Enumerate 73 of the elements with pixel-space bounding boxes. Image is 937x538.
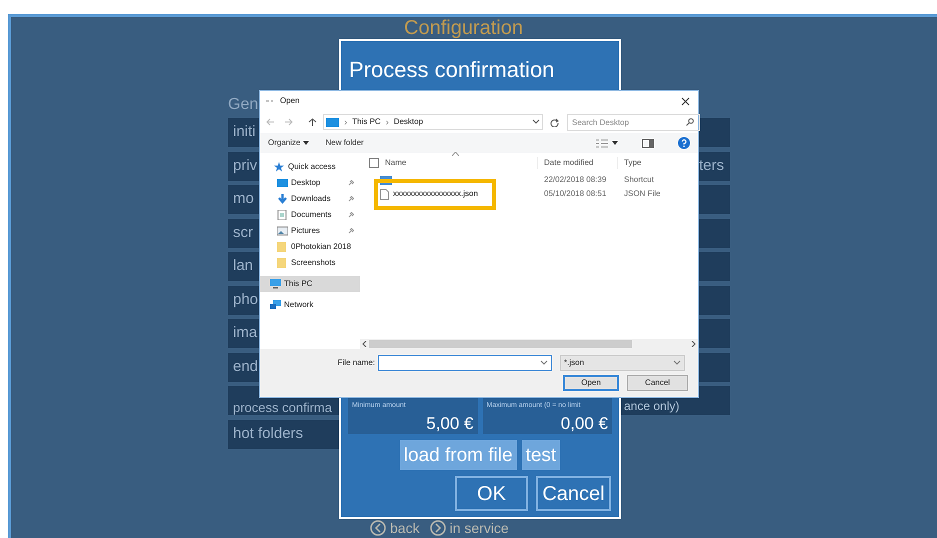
folder-icon <box>277 242 288 252</box>
monitor-icon <box>326 118 340 126</box>
search-icon <box>686 118 694 126</box>
star-icon <box>274 162 285 172</box>
field-value: 5,00 € <box>425 415 474 432</box>
field-value: 0,00 € <box>560 415 608 432</box>
pc-icon <box>270 279 281 289</box>
pane-icon <box>642 138 654 148</box>
nav-item[interactable]: 0Photokian 2018 <box>260 239 360 255</box>
app-icon <box>266 99 276 103</box>
column-header[interactable]: Name <box>385 157 537 169</box>
document-icon <box>277 210 288 220</box>
page-title: Configuration <box>404 18 523 38</box>
date-cell-text: 22/02/2018 08:39 <box>543 174 608 186</box>
open-button[interactable]: Open <box>563 375 619 391</box>
file-type-dropdown[interactable]: *.json <box>560 355 685 371</box>
dropdown-caret-icon <box>612 141 618 145</box>
nav-item[interactable]: Screenshots <box>260 255 360 271</box>
nav-item[interactable]: Downloads <box>260 191 360 207</box>
date-cell-text: 05/10/2018 08:51 <box>543 188 608 200</box>
refresh-icon <box>550 118 559 126</box>
search-field[interactable]: Search Desktop <box>567 114 700 130</box>
scroll-left-icon <box>362 341 367 347</box>
sort-caret-icon <box>452 152 459 156</box>
dropdown-caret-icon <box>673 360 681 366</box>
cancel-button[interactable]: Cancel <box>627 375 688 391</box>
column-header[interactable]: Date modified <box>537 157 617 169</box>
breadcrumb-separator: › <box>344 118 348 126</box>
up-arrow-icon <box>308 118 317 126</box>
nav-item[interactable]: This PC <box>260 276 360 292</box>
file-name-field[interactable] <box>378 355 552 371</box>
network-icon <box>270 300 281 310</box>
nav-item[interactable]: Pictures <box>260 223 360 239</box>
play-icon <box>430 520 446 536</box>
download-icon <box>277 194 288 204</box>
desktop-icon <box>277 178 288 188</box>
breadcrumb-link[interactable]: This PC <box>352 116 381 128</box>
nav-item[interactable]: Quick access <box>260 159 360 175</box>
section-heading: Gen <box>228 97 258 113</box>
address-bar[interactable]: › This PC › Desktop <box>323 114 544 130</box>
nav-item[interactable]: Desktop <box>260 175 360 191</box>
field-label: File name: <box>336 357 376 369</box>
back-icon <box>266 118 276 126</box>
view-options-button[interactable] <box>596 138 618 148</box>
horizontal-scrollbar[interactable] <box>360 339 698 349</box>
folder-icon <box>277 258 288 268</box>
help-icon <box>678 137 690 149</box>
dialog-title: Process confirmation <box>348 56 556 84</box>
scroll-right-icon <box>691 341 696 347</box>
close-icon <box>680 96 690 106</box>
dropdown-caret-icon <box>532 119 540 125</box>
type-cell-text: Shortcut <box>623 174 655 186</box>
pictures-icon <box>277 226 288 236</box>
breadcrumb-link[interactable]: Desktop <box>394 116 424 128</box>
cancel-button[interactable]: Cancel <box>536 476 611 511</box>
window-title: Open <box>280 95 300 107</box>
file-name[interactable]: xxxxxxxxxxxxxxxxx.json <box>393 188 478 200</box>
nav-item[interactable]: Network <box>260 297 360 313</box>
select-all-checkbox[interactable] <box>369 158 379 168</box>
label-overflow-text: ance only) <box>624 400 680 412</box>
preview-pane-button[interactable] <box>642 138 654 148</box>
column-header[interactable]: Type <box>617 157 677 169</box>
forward-icon <box>284 118 294 126</box>
type-cell-text: JSON File <box>623 188 662 200</box>
nav-item[interactable]: Documents <box>260 207 360 223</box>
file-icon <box>380 188 389 200</box>
breadcrumb-separator: › <box>386 118 389 126</box>
ok-button[interactable]: OK <box>455 476 528 511</box>
organize-menu[interactable]: Organize <box>268 137 310 149</box>
dropdown-caret-icon <box>303 141 310 145</box>
list-view-icon <box>596 138 608 148</box>
new-folder-button[interactable]: New folder <box>325 137 364 149</box>
help-button[interactable] <box>678 137 690 149</box>
